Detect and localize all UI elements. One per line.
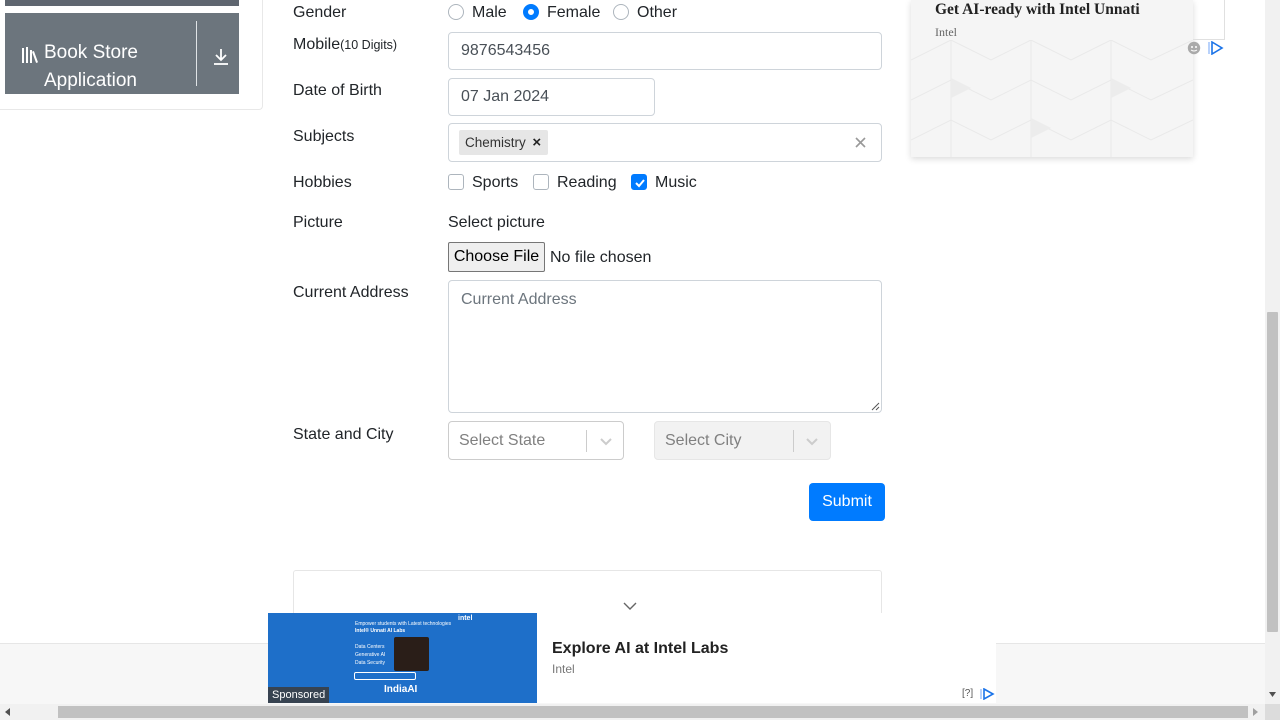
choose-file-button[interactable]: Choose File bbox=[448, 242, 545, 272]
hobby-checkbox-music[interactable] bbox=[631, 174, 647, 190]
state-placeholder: Select State bbox=[459, 432, 546, 449]
scrollbar-thumb[interactable] bbox=[1267, 312, 1278, 632]
scroll-left-arrow-icon[interactable] bbox=[4, 708, 12, 716]
gender-option-other[interactable]: Other bbox=[637, 4, 677, 22]
address-textarea[interactable]: Current Address bbox=[448, 280, 882, 413]
page: Book Store Application Gender Male Femal… bbox=[0, 0, 1280, 720]
dob-label: Date of Birth bbox=[293, 82, 382, 99]
gender-radio-female[interactable] bbox=[523, 4, 539, 20]
ad-photo bbox=[394, 637, 429, 671]
mobile-input[interactable]: 9876543456 bbox=[448, 32, 882, 70]
ad-frame-edge bbox=[1193, 0, 1225, 40]
gender-label: Gender bbox=[293, 4, 347, 21]
checkmark-icon bbox=[635, 179, 645, 188]
gender-option-female[interactable]: Female bbox=[547, 4, 600, 22]
mobile-label: Mobile(10 Digits) bbox=[293, 36, 397, 54]
tag-remove-icon[interactable]: × bbox=[526, 134, 548, 151]
sidebar-group-label: Book Store Application bbox=[44, 42, 138, 91]
ad-image-text: Generative AI bbox=[355, 652, 386, 658]
ad-image-text: Intel® Unnati AI Labs bbox=[355, 628, 406, 634]
address-placeholder: Current Address bbox=[461, 291, 577, 308]
ad-bottom-advertiser: Intel bbox=[552, 662, 575, 676]
state-city-label: State and City bbox=[293, 426, 394, 443]
address-label: Current Address bbox=[293, 284, 409, 301]
ad-image-text: Data Centers bbox=[355, 644, 385, 650]
dob-value: 07 Jan 2024 bbox=[461, 88, 550, 105]
ad-pattern bbox=[911, 40, 1193, 157]
file-status: No file chosen bbox=[550, 249, 652, 266]
vertical-scrollbar[interactable] bbox=[1265, 0, 1280, 704]
chevron-down-icon[interactable] bbox=[598, 433, 614, 449]
ad-info-link[interactable]: [?] bbox=[962, 688, 973, 699]
subject-tag-label: Chemistry bbox=[465, 135, 526, 150]
picture-label: Picture bbox=[293, 214, 343, 231]
ad-image[interactable]: Empower students with Latest technologie… bbox=[268, 613, 537, 703]
ad-bottom-banner[interactable]: Empower students with Latest technologie… bbox=[268, 613, 996, 703]
divider bbox=[196, 21, 197, 86]
picture-caption: Select picture bbox=[448, 214, 545, 231]
hobby-checkbox-reading[interactable] bbox=[533, 174, 549, 190]
ad-image-logo-text: intel bbox=[458, 615, 473, 622]
scrollbar-corner bbox=[1265, 704, 1280, 720]
city-placeholder: Select City bbox=[665, 432, 742, 449]
ad-title[interactable]: Get AI-ready with Intel Unnati bbox=[935, 1, 1140, 19]
subject-tag: Chemistry × bbox=[459, 130, 548, 155]
sidebar-group-book-store[interactable]: Book Store Application bbox=[5, 13, 239, 94]
download-icon[interactable] bbox=[211, 47, 231, 67]
sidebar: Book Store Application bbox=[0, 0, 263, 110]
horizontal-scrollbar[interactable] bbox=[0, 704, 1265, 720]
city-select[interactable]: Select City bbox=[654, 421, 831, 460]
subjects-label: Subjects bbox=[293, 128, 355, 145]
ad-image-logo: IndiaAI bbox=[384, 684, 418, 695]
sponsored-badge: Sponsored bbox=[268, 687, 330, 703]
dob-input[interactable]: 07 Jan 2024 bbox=[448, 78, 655, 116]
ad-feedback-icon[interactable] bbox=[1187, 41, 1201, 55]
scroll-down-arrow-icon[interactable] bbox=[1268, 690, 1277, 699]
mobile-value: 9876543456 bbox=[461, 42, 550, 59]
ad-advertiser: Intel bbox=[935, 25, 957, 39]
ad-image-text: Empower students with Latest technologie… bbox=[355, 621, 452, 627]
scroll-right-arrow-icon[interactable] bbox=[1251, 708, 1259, 716]
separator bbox=[793, 430, 794, 452]
clear-icon[interactable] bbox=[852, 132, 870, 152]
adchoices-icon[interactable] bbox=[1207, 41, 1225, 55]
chevron-down-icon[interactable] bbox=[804, 433, 820, 449]
ad-bottom-title[interactable]: Explore AI at Intel Labs bbox=[552, 640, 728, 658]
sidebar-group-previous[interactable] bbox=[5, 0, 239, 6]
submit-button[interactable]: Submit bbox=[809, 483, 885, 521]
separator bbox=[586, 430, 587, 452]
scrollbar-thumb[interactable] bbox=[58, 706, 1248, 718]
hobby-checkbox-sports[interactable] bbox=[448, 174, 464, 190]
resize-grip-icon[interactable] bbox=[870, 401, 880, 411]
adchoices-icon[interactable] bbox=[979, 688, 995, 700]
books-icon bbox=[22, 47, 38, 63]
gender-radio-male[interactable] bbox=[448, 4, 464, 20]
mobile-label-text: Mobile bbox=[293, 36, 341, 53]
hobby-label-sports[interactable]: Sports bbox=[472, 174, 518, 192]
ad-right[interactable]: Get AI-ready with Intel Unnati Intel bbox=[911, 0, 1193, 157]
chevron-down-icon[interactable] bbox=[623, 601, 637, 611]
gender-option-male[interactable]: Male bbox=[472, 4, 507, 22]
ad-image-text: Data Security bbox=[355, 660, 386, 666]
hobby-label-reading[interactable]: Reading bbox=[557, 174, 617, 192]
ad-image-button bbox=[354, 672, 416, 680]
hobbies-label: Hobbies bbox=[293, 174, 352, 191]
mobile-hint: (10 Digits) bbox=[340, 38, 398, 52]
hobby-label-music[interactable]: Music bbox=[655, 174, 697, 192]
gender-radio-other[interactable] bbox=[613, 4, 629, 20]
state-select[interactable]: Select State bbox=[448, 421, 624, 460]
